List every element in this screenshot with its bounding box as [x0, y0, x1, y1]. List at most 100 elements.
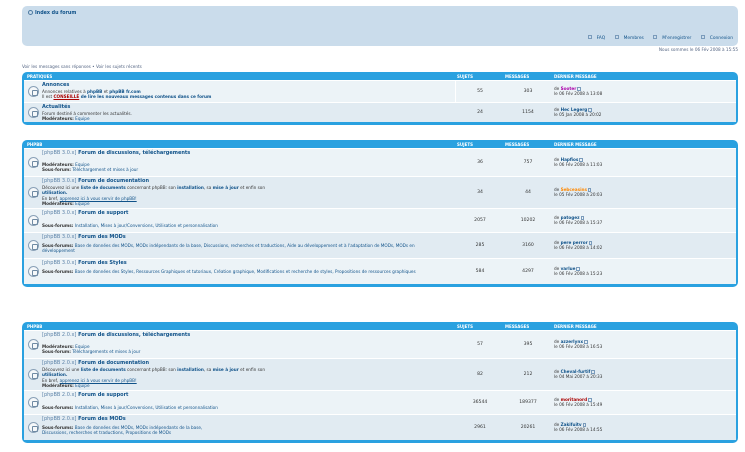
- posts-count: 20261: [520, 425, 536, 430]
- subforum-link[interactable]: Installation, Mises à jour/Conversions, …: [75, 223, 218, 228]
- login-link[interactable]: Connexion: [697, 35, 733, 41]
- forum-info: [phpBB 2.0.x] Forum de support Sous-foru…: [42, 392, 436, 410]
- col-topics: Sujets: [457, 74, 473, 79]
- col-topics: Sujets: [457, 324, 473, 329]
- forum-read-icon: [28, 266, 39, 277]
- docs-link[interactable]: apprenez ici à vous servir de phpBB!: [60, 378, 137, 383]
- forum-info: [phpBB 3.0.x] Forum des Styles Sous-foru…: [42, 260, 436, 274]
- forum-read-icon: [28, 86, 39, 97]
- forum-info: Annonces Annonces relatives à phpBB et p…: [42, 82, 436, 100]
- last-post: de Cheval-furtif le 04 Mai 2007 à 20:33: [554, 369, 603, 380]
- forum-read-icon: [28, 369, 39, 380]
- forum-read-icon: [28, 422, 39, 433]
- forum-read-icon: [28, 215, 39, 226]
- forum-info: Actualités Forum destiné à commenter les…: [42, 104, 436, 122]
- forum-title[interactable]: [phpBB 3.0.x] Forum de discussions, télé…: [42, 150, 436, 157]
- moderator-link[interactable]: Equipe: [75, 344, 89, 349]
- moderator-link[interactable]: Equipe: [75, 201, 89, 206]
- faq-icon: [587, 35, 592, 39]
- forum-title[interactable]: [phpBB 3.0.x] Forum des MODs: [42, 234, 436, 241]
- category-block-1: Pratiques Sujets Messages Dernier messag…: [22, 72, 738, 125]
- category-block-2: phpBB Sujets Messages Dernier message [p…: [22, 140, 738, 287]
- view-links[interactable]: Voir les messages sans réponses • Voir l…: [22, 64, 142, 69]
- subforum-link[interactable]: Base de données des MODs, MODs indépenda…: [42, 243, 415, 254]
- view-latest-post-icon[interactable]: [587, 188, 592, 192]
- view-latest-post-icon[interactable]: [588, 241, 593, 245]
- forum-title[interactable]: [phpBB 3.0.x] Forum des Styles: [42, 260, 436, 267]
- moderator-link[interactable]: Equipe: [75, 383, 89, 388]
- view-latest-post-icon[interactable]: [582, 423, 587, 427]
- last-post-date: le 06 Fév 2008 à 11:03: [554, 162, 603, 168]
- last-post: de Hec Legerg le 05 Jan 2008 à 20:02: [554, 107, 602, 118]
- subforums: Sous-forums: Installation, Mises à jour/…: [42, 222, 218, 228]
- forum-title[interactable]: [phpBB 2.0.x] Forum de discussions, télé…: [42, 332, 436, 339]
- moderator-link[interactable]: Equipe: [75, 162, 89, 167]
- col-last-post: Dernier message: [554, 142, 597, 147]
- posts-count: 3160: [522, 243, 534, 248]
- divider: [455, 81, 456, 102]
- view-latest-post-icon[interactable]: [588, 108, 592, 112]
- forum-row: [phpBB 3.0.x] Forum des MODs Sous-forums…: [24, 232, 736, 258]
- forum-row: Annonces Annonces relatives à phpBB et p…: [24, 80, 736, 102]
- col-posts: Messages: [505, 142, 530, 147]
- forum-info: [phpBB 2.0.x] Forum des MODs Sous-forums…: [42, 416, 436, 436]
- members-link[interactable]: Membres: [611, 35, 644, 41]
- docs-link[interactable]: apprenez ici à vous servir de phpBB!: [60, 196, 137, 201]
- forum-row: [phpBB 3.0.x] Forum de discussions, télé…: [24, 148, 736, 176]
- navbar: Index du forum FAQ Membres M'enregistrer…: [22, 6, 738, 46]
- category-title[interactable]: phpBB: [27, 324, 42, 329]
- forum-row: [phpBB 3.0.x] Forum des Styles Sous-foru…: [24, 258, 736, 284]
- forum-read-icon: [28, 240, 39, 251]
- forum-title[interactable]: [phpBB 2.0.x] Forum des MODs: [42, 416, 436, 423]
- forum-info: [phpBB 2.0.x] Forum de documentation Déc…: [42, 360, 436, 389]
- posts-count: 44: [525, 190, 531, 195]
- posts-count: 395: [523, 342, 533, 347]
- subforums: Sous-forums: Base de données des MODs, M…: [42, 242, 415, 254]
- topics-count: 2961: [474, 425, 486, 430]
- last-post: de varlue le 06 Fév 2008 à 15:23: [554, 266, 603, 277]
- subforum-link[interactable]: Téléchargement et mises à jour: [72, 167, 138, 172]
- posts-count: 303: [523, 89, 533, 94]
- forum-info: [phpBB 3.0.x] Forum de support Sous-foru…: [42, 210, 436, 228]
- subforum-link[interactable]: Base de données des Styles, Ressources G…: [75, 269, 416, 274]
- category-title[interactable]: Pratiques: [27, 74, 52, 79]
- forum-title[interactable]: [phpBB 2.0.x] Forum de support: [42, 392, 436, 399]
- subforum-link[interactable]: Base de données des MODs, MODs indépenda…: [75, 425, 203, 430]
- breadcrumb-label[interactable]: Index du forum: [35, 11, 76, 16]
- view-latest-post-icon[interactable]: [576, 267, 580, 271]
- view-latest-post-icon[interactable]: [588, 398, 592, 402]
- subforum-link[interactable]: Installation, Mises à jour/Conversions, …: [75, 405, 218, 410]
- subforums: Sous-forums: Installation, Mises à jour/…: [42, 404, 218, 410]
- forum-info: [phpBB 3.0.x] Forum de discussions, télé…: [42, 150, 436, 173]
- subforum-link[interactable]: Téléchargements et mises à jour: [72, 349, 140, 354]
- view-latest-post-icon[interactable]: [584, 340, 588, 344]
- col-posts: Messages: [505, 74, 530, 79]
- topics-count: 82: [477, 372, 483, 377]
- category-title[interactable]: phpBB: [27, 142, 42, 147]
- view-latest-post-icon[interactable]: [577, 87, 581, 91]
- forum-title[interactable]: [phpBB 3.0.x] Forum de support: [42, 210, 436, 217]
- register-icon: [653, 35, 658, 39]
- last-post-date: le 05 Jan 2008 à 20:02: [554, 112, 602, 118]
- topics-count: 2057: [474, 218, 486, 223]
- view-latest-post-icon[interactable]: [580, 216, 585, 220]
- last-post: de Zakifuitv le 06 Fév 2008 à 14:55: [554, 422, 603, 433]
- view-latest-post-icon[interactable]: [591, 370, 595, 374]
- last-post: de patogez le 06 Fév 2008 à 15:37: [554, 215, 603, 226]
- view-latest-post-icon[interactable]: [579, 158, 583, 162]
- moderator-link[interactable]: Equipe: [75, 116, 89, 121]
- forum-description-2: Il est CONSEILLÉ de lire les nouveaux me…: [42, 94, 212, 100]
- forum-info: [phpBB 3.0.x] Forum des MODs Sous-forums…: [42, 234, 436, 254]
- subforum-link[interactable]: Discussions, recherches et traductions, …: [42, 430, 171, 435]
- breadcrumb[interactable]: Index du forum: [28, 10, 76, 16]
- nav-links: FAQ Membres M'enregistrer Connexion: [580, 35, 733, 41]
- topics-count: 584: [475, 269, 485, 274]
- forum-row: [phpBB 2.0.x] Forum de discussions, télé…: [24, 330, 736, 358]
- register-link[interactable]: M'enregistrer: [649, 35, 691, 41]
- forum-row: [phpBB 2.0.x] Forum de support Sous-foru…: [24, 390, 736, 414]
- col-topics: Sujets: [457, 142, 473, 147]
- forum-row: [phpBB 3.0.x] Forum de documentation Déc…: [24, 176, 736, 208]
- home-icon: [28, 10, 33, 15]
- posts-count: 212: [523, 372, 533, 377]
- faq-link[interactable]: FAQ: [584, 35, 605, 41]
